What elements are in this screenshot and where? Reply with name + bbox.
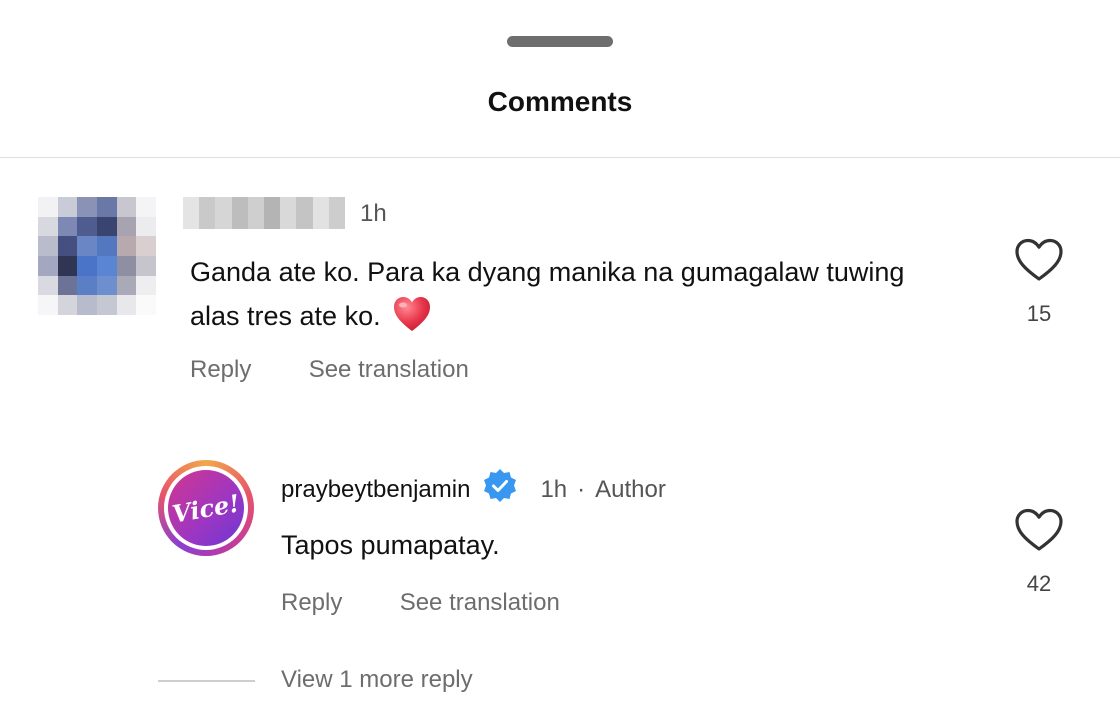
reply-actions: Reply See translation — [281, 589, 560, 617]
header-divider — [0, 157, 1120, 158]
comment-body: Ganda ate ko. Para ka dyang manika na gu… — [190, 257, 905, 331]
avatar-logo-text: Vice! — [170, 487, 242, 529]
reply-username[interactable]: praybeytbenjamin — [281, 476, 470, 504]
avatar-ring-gap: Vice! — [164, 466, 248, 550]
view-more-replies-button[interactable]: View 1 more reply — [281, 666, 473, 694]
see-translation-button[interactable]: See translation — [309, 356, 469, 384]
heart-outline-icon[interactable] — [1012, 508, 1066, 557]
username-redacted[interactable] — [183, 197, 346, 229]
avatar[interactable]: Vice! — [158, 460, 254, 556]
reply-text: Tapos pumapatay. — [281, 530, 500, 560]
see-translation-button[interactable]: See translation — [400, 589, 560, 617]
verified-badge-icon — [482, 468, 518, 511]
author-badge: Author — [595, 475, 666, 503]
sheet-title: Comments — [487, 86, 633, 117]
drag-handle[interactable] — [507, 36, 613, 47]
avatar-image: Vice! — [168, 470, 244, 546]
reply-button[interactable]: Reply — [281, 589, 342, 617]
heart-emoji-icon — [392, 295, 432, 346]
thread-line — [158, 680, 255, 682]
reply-header: praybeytbenjamin 1h · Author — [281, 468, 666, 511]
comment-actions: Reply See translation — [190, 356, 469, 384]
separator-dot: · — [577, 475, 586, 503]
comments-sheet: Comments 1h Ganda ate ko. Para ka dyang … — [0, 0, 1120, 725]
like-count: 15 — [1026, 301, 1052, 326]
like-control: 42 — [1012, 508, 1066, 597]
heart-outline-icon[interactable] — [1012, 238, 1066, 287]
like-count: 42 — [1026, 571, 1052, 596]
reply-timestamp: 1h — [540, 475, 568, 503]
comment-text: Ganda ate ko. Para ka dyang manika na gu… — [190, 250, 950, 346]
comment-timestamp: 1h — [360, 200, 387, 227]
like-control: 15 — [1012, 238, 1066, 327]
avatar[interactable] — [38, 197, 156, 315]
reply-button[interactable]: Reply — [190, 356, 251, 384]
